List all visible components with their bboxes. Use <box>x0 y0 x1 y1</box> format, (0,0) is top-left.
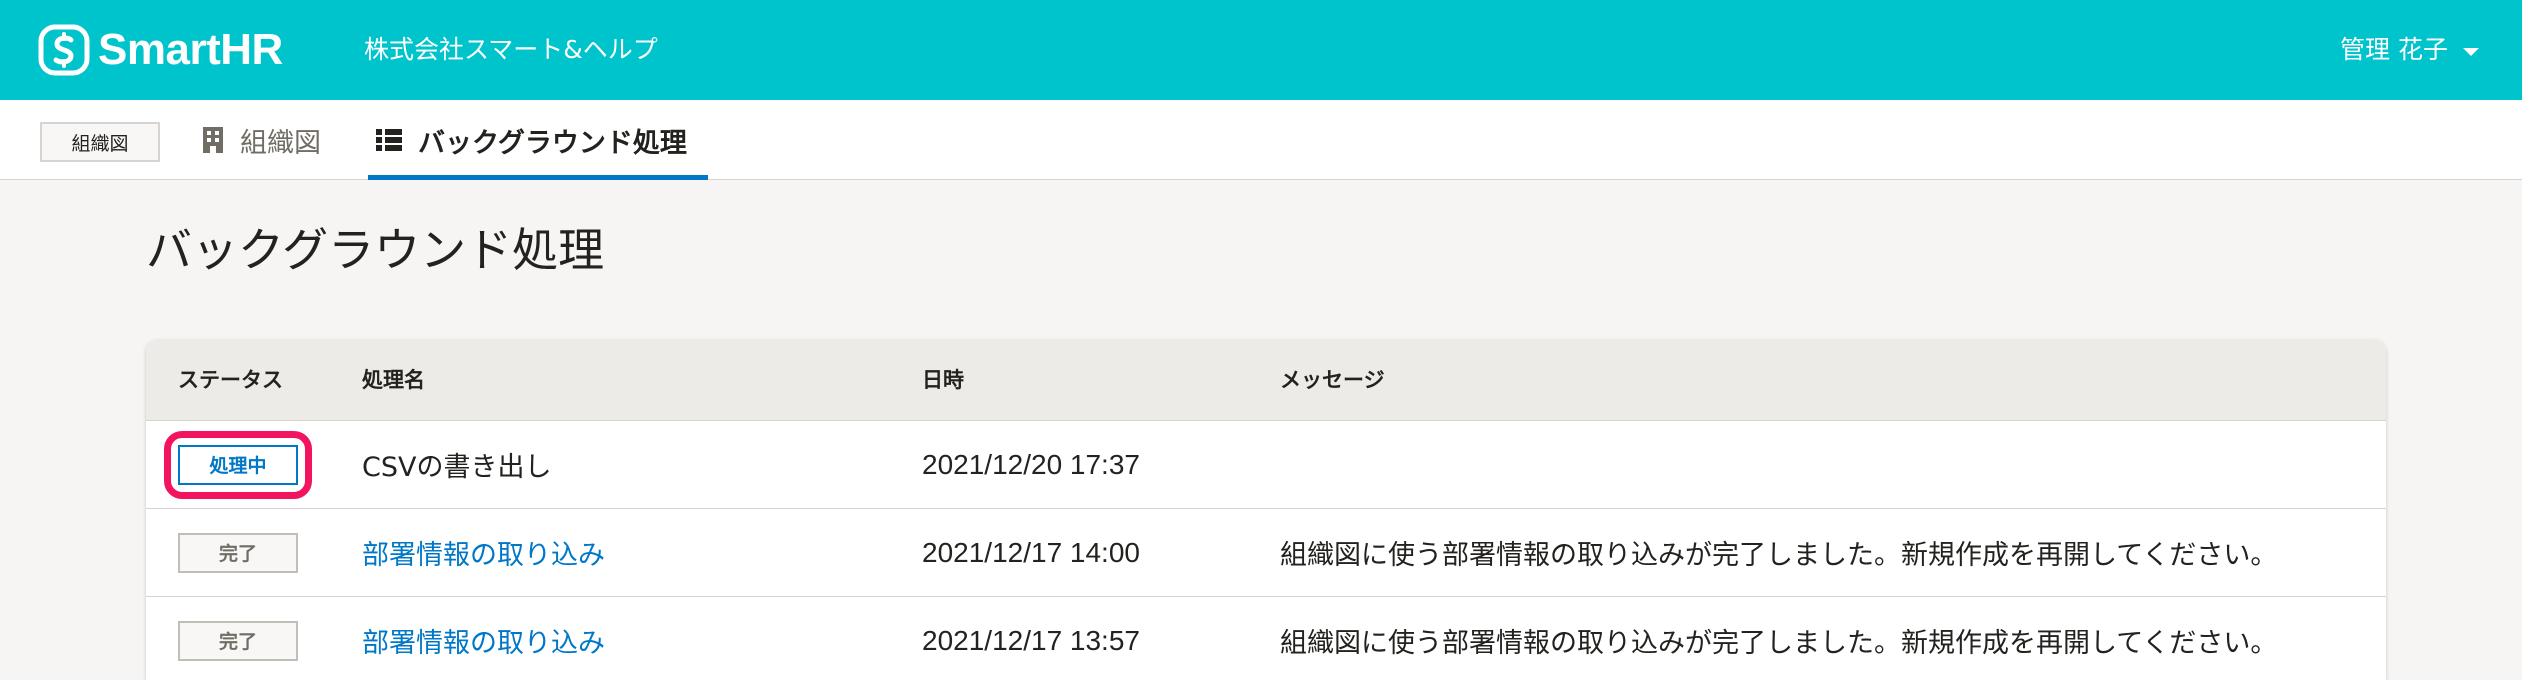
column-header-message: メッセージ <box>1280 368 1385 392</box>
job-name: CSVの書き出し <box>362 452 552 483</box>
tab-bar: 組織図 組織図 バックグラウンド処理 <box>0 100 2522 180</box>
column-header-name: 処理名 <box>362 368 425 392</box>
tab-background-jobs-label: バックグラウンド処理 <box>418 127 687 159</box>
column-header-datetime: 日時 <box>922 368 964 392</box>
job-datetime: 2021/12/17 14:00 <box>922 536 1140 568</box>
app-name-chip: 組織図 <box>40 122 160 162</box>
background-jobs-table: ステータス 処理名 日時 メッセージ 処理中 CSVの書き出し 2021/12/… <box>146 340 2386 680</box>
job-datetime: 2021/12/20 17:37 <box>922 448 1140 480</box>
table-header: ステータス 処理名 日時 メッセージ <box>146 340 2386 421</box>
caret-down-icon <box>2463 48 2479 56</box>
table-row: 処理中 CSVの書き出し 2021/12/20 17:37 <box>146 421 2386 509</box>
tab-background-jobs[interactable]: バックグラウンド処理 <box>368 100 708 180</box>
app-header: SmartHR 株式会社スマート&ヘルプ 管理 花子 <box>0 0 2522 100</box>
job-datetime: 2021/12/17 13:57 <box>922 624 1140 656</box>
user-name: 管理 花子 <box>2340 35 2448 64</box>
page-title: バックグラウンド処理 <box>146 223 605 277</box>
status-badge-done: 完了 <box>178 532 298 573</box>
status-highlight-marker <box>164 430 312 499</box>
column-header-status: ステータス <box>178 368 283 392</box>
smarthr-logo-icon <box>38 24 90 76</box>
table-row: 完了 部署情報の取り込み 2021/12/17 13:57 組織図に使う部署情報… <box>146 597 2386 680</box>
tab-org-chart[interactable]: 組織図 <box>200 100 321 180</box>
job-message: 組織図に使う部署情報の取り込みが完了しました。新規作成を再開してください。 <box>1280 628 2278 659</box>
company-name: 株式会社スマート&ヘルプ <box>364 35 658 64</box>
tab-org-chart-label: 組織図 <box>240 127 321 159</box>
list-icon <box>376 129 402 151</box>
building-icon <box>203 127 223 153</box>
job-message: 組織図に使う部署情報の取り込みが完了しました。新規作成を再開してください。 <box>1280 540 2278 571</box>
job-name-link[interactable]: 部署情報の取り込み <box>362 533 605 572</box>
logo-text: SmartHR <box>98 25 283 74</box>
user-menu-button[interactable]: 管理 花子 <box>2340 31 2480 69</box>
table-row: 完了 部署情報の取り込み 2021/12/17 14:00 組織図に使う部署情報… <box>146 509 2386 597</box>
status-badge-done: 完了 <box>178 620 298 661</box>
job-name-link[interactable]: 部署情報の取り込み <box>362 621 605 660</box>
smarthr-logo[interactable]: SmartHR <box>38 24 283 76</box>
